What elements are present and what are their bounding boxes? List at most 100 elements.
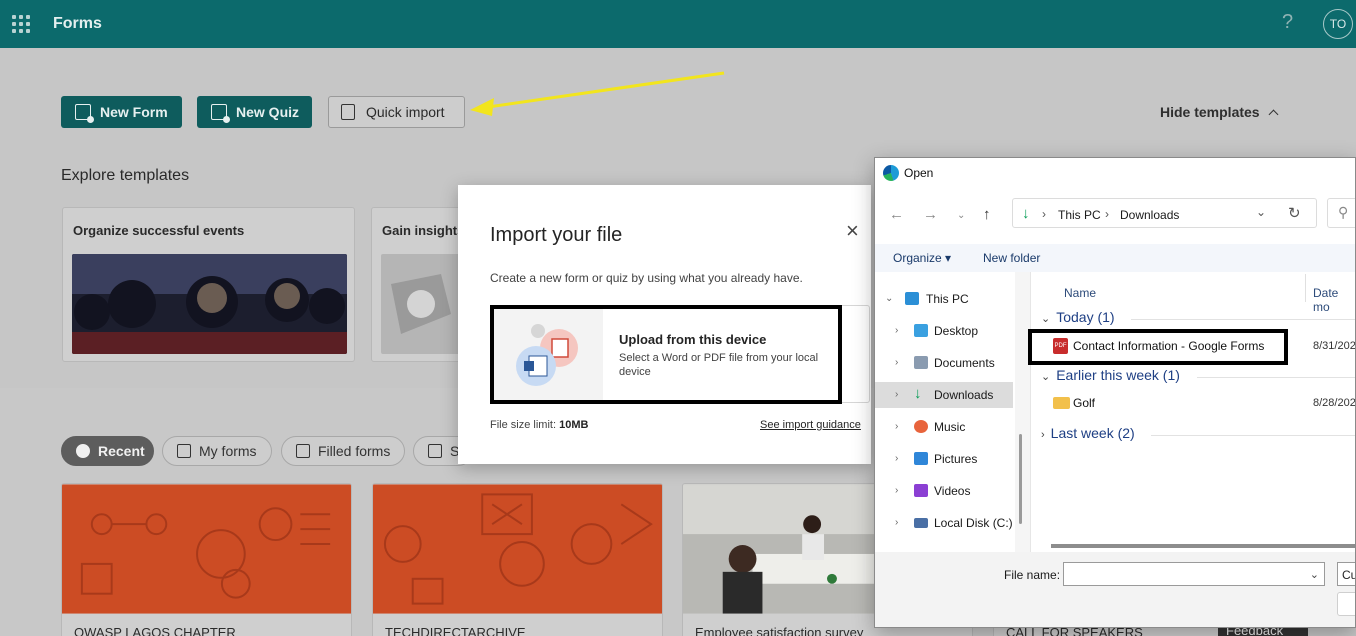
chevron-right-icon: › xyxy=(1041,429,1045,441)
chevron-right-icon[interactable]: › xyxy=(895,517,898,528)
chevron-right-icon[interactable]: › xyxy=(895,325,898,336)
hide-templates-label: Hide templates xyxy=(1160,104,1260,120)
nav-label: Videos xyxy=(934,484,971,498)
template-title: Gain insights xyxy=(382,223,465,238)
new-quiz-icon xyxy=(211,104,230,123)
monitor-icon xyxy=(905,292,919,305)
forward-arrow-icon[interactable]: → xyxy=(923,206,938,223)
column-divider[interactable] xyxy=(1305,274,1306,302)
explore-templates-heading: Explore templates xyxy=(61,167,190,184)
chevron-down-icon[interactable]: ⌄ xyxy=(1310,568,1319,581)
nav-label: Desktop xyxy=(934,324,979,338)
chevron-down-icon[interactable]: ⌄ xyxy=(885,293,893,304)
size-limit-label: File size limit: xyxy=(490,419,557,431)
avatar[interactable]: TO xyxy=(1323,9,1353,39)
form-title: OWASP LAGOS CHAPTER xyxy=(74,625,236,636)
nav-item-desktop[interactable]: › Desktop xyxy=(875,318,1013,344)
chevron-right-icon[interactable]: › xyxy=(895,485,898,496)
pane-divider xyxy=(1015,272,1031,552)
dialog-titlebar: Open xyxy=(875,158,1355,188)
app-title[interactable]: Forms xyxy=(53,15,102,33)
people-icon xyxy=(428,444,442,458)
file-date: 8/31/202 xyxy=(1313,340,1356,352)
tab-filled-forms[interactable]: Filled forms xyxy=(281,436,405,466)
file-name-label: File name: xyxy=(1004,568,1061,582)
quick-import-button[interactable]: Quick import xyxy=(328,96,465,128)
pictures-icon xyxy=(914,452,928,465)
nav-item-this-pc[interactable]: ⌄ This PC xyxy=(875,286,1013,312)
form-card[interactable]: OWASP LAGOS CHAPTER xyxy=(61,483,352,636)
template-title: Organize successful events xyxy=(73,223,245,238)
nav-item-pictures[interactable]: › Pictures xyxy=(875,446,1013,472)
breadcrumb-separator: › xyxy=(1105,207,1109,221)
upload-description: Select a Word or PDF file from your loca… xyxy=(619,352,819,378)
chevron-right-icon[interactable]: › xyxy=(895,453,898,464)
template-card[interactable]: Organize successful events xyxy=(62,207,355,362)
downloads-icon: ↓ xyxy=(914,385,922,402)
nav-item-music[interactable]: › Music xyxy=(875,414,1013,440)
new-form-button[interactable]: New Form xyxy=(61,96,182,128)
disk-icon xyxy=(914,518,928,528)
column-header-name[interactable]: Name xyxy=(1064,286,1096,300)
group-label: Last week (2) xyxy=(1050,425,1135,441)
tab-recent[interactable]: Recent xyxy=(61,436,154,466)
file-type-select[interactable]: Cu xyxy=(1337,562,1355,586)
new-form-icon xyxy=(75,104,94,123)
nav-item-videos[interactable]: › Videos xyxy=(875,478,1013,504)
dialog-toolbar: Organize ▾ New folder xyxy=(875,244,1355,272)
organize-menu[interactable]: Organize ▾ xyxy=(893,251,951,265)
group-last-week[interactable]: › Last week (2) xyxy=(1041,425,1135,441)
import-dialog-title: Import your file xyxy=(490,224,623,246)
nav-item-downloads[interactable]: › ↓ Downloads xyxy=(875,382,1013,408)
template-image xyxy=(72,254,347,354)
form-title: Employee satisfaction survey xyxy=(695,625,864,636)
app-launcher-icon[interactable] xyxy=(12,15,30,33)
form-card[interactable]: TECHDIRECTARCHIVE xyxy=(372,483,663,636)
file-size-limit: File size limit: 10MB xyxy=(490,419,588,431)
back-arrow-icon[interactable]: ← xyxy=(889,206,904,223)
tab-my-forms[interactable]: My forms xyxy=(162,436,272,466)
column-header-date[interactable]: Date mo xyxy=(1313,286,1355,314)
breadcrumb-downloads[interactable]: Downloads xyxy=(1120,208,1179,222)
search-box[interactable]: ⚲ xyxy=(1327,198,1355,228)
clock-icon xyxy=(76,444,90,458)
form-thumbnail xyxy=(62,484,351,614)
tab-recent-label: Recent xyxy=(98,443,145,459)
group-today[interactable]: ⌄ Today (1) xyxy=(1041,309,1115,325)
file-name-input[interactable]: ⌄ xyxy=(1063,562,1325,586)
open-button[interactable] xyxy=(1337,592,1355,616)
nav-label: Local Disk (C:) xyxy=(934,516,1013,530)
form-title: TECHDIRECTARCHIVE xyxy=(385,625,526,636)
nav-item-local-disk[interactable]: › Local Disk (C:) xyxy=(875,510,1013,536)
nav-item-documents[interactable]: › Documents xyxy=(875,350,1013,376)
chevron-down-icon[interactable]: ⌄ xyxy=(1256,205,1266,219)
nav-label: Documents xyxy=(934,356,995,370)
file-date: 8/28/202 xyxy=(1313,397,1356,409)
help-icon[interactable]: ? xyxy=(1282,11,1293,34)
hide-templates-button[interactable]: Hide templates xyxy=(1160,104,1279,120)
new-quiz-label: New Quiz xyxy=(236,104,300,120)
template-card[interactable]: Gain insights xyxy=(371,207,464,362)
chevron-right-icon[interactable]: › xyxy=(895,421,898,432)
refresh-icon[interactable]: ↻ xyxy=(1288,204,1301,222)
new-folder-button[interactable]: New folder xyxy=(983,251,1040,265)
recent-locations-icon[interactable]: ⌄ xyxy=(957,210,965,221)
breadcrumb-this-pc[interactable]: This PC xyxy=(1058,208,1101,222)
file-row[interactable]: Golf 8/28/202 xyxy=(1031,391,1356,415)
chevron-right-icon[interactable]: › xyxy=(895,389,898,400)
group-divider xyxy=(1131,319,1355,320)
open-file-dialog: Open ← → ⌄ ↑ ↓ › This PC › Downloads ⌄ ↻… xyxy=(874,157,1356,628)
nav-scrollbar[interactable] xyxy=(1019,434,1022,524)
music-icon xyxy=(914,420,928,433)
breadcrumb-separator: › xyxy=(1042,207,1046,221)
file-highlight-box xyxy=(1028,329,1288,365)
horizontal-scrollbar[interactable] xyxy=(1051,544,1355,548)
group-earlier-this-week[interactable]: ⌄ Earlier this week (1) xyxy=(1041,367,1180,383)
import-guidance-link[interactable]: See import guidance xyxy=(760,419,861,431)
dialog-title: Open xyxy=(904,166,934,180)
address-bar[interactable]: ↓ › This PC › Downloads ⌄ ↻ xyxy=(1012,198,1317,228)
close-icon[interactable]: × xyxy=(846,220,859,242)
up-arrow-icon[interactable]: ↑ xyxy=(983,206,991,223)
chevron-right-icon[interactable]: › xyxy=(895,357,898,368)
new-quiz-button[interactable]: New Quiz xyxy=(197,96,312,128)
